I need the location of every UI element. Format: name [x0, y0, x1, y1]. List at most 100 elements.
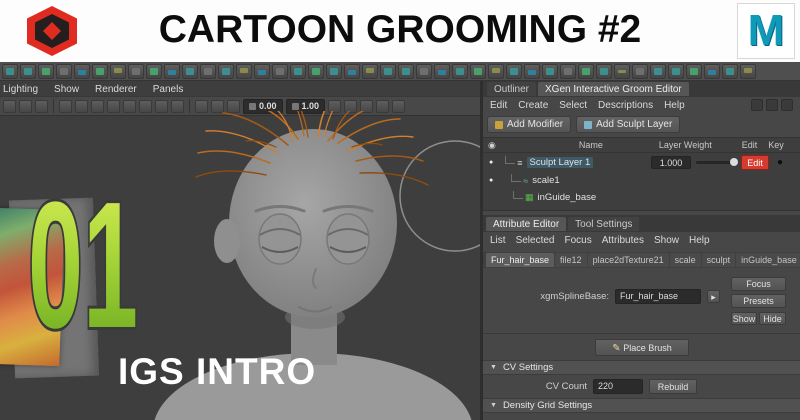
ae-menu-selected[interactable]: Selected: [516, 235, 555, 246]
ae-menu-attributes[interactable]: Attributes: [602, 235, 644, 246]
shelf-tool-icon[interactable]: [650, 64, 666, 79]
shelf-tool-icon[interactable]: [506, 64, 522, 79]
shelf-tool-icon[interactable]: [398, 64, 414, 79]
layer-name[interactable]: scale1: [532, 175, 559, 186]
shelf-tool-icon[interactable]: [200, 64, 216, 79]
viewport-tool-icon[interactable]: [35, 100, 48, 113]
shelf-tool-icon[interactable]: [596, 64, 612, 79]
node-tab-sculpt[interactable]: sculpt: [702, 253, 736, 267]
menu-panels[interactable]: Panels: [153, 84, 184, 95]
visibility-dot-icon[interactable]: ●: [489, 159, 493, 166]
viewport[interactable]: Lighting Show Renderer Panels 0.00 1.00: [0, 81, 480, 420]
cv-settings-header[interactable]: ▼ CV Settings: [483, 360, 800, 375]
spline-base-field[interactable]: Fur_hair_base: [615, 289, 701, 304]
node-tab-inguide-base[interactable]: inGuide_base: [736, 253, 800, 267]
shelf-tool-icon[interactable]: [470, 64, 486, 79]
ae-menu-help[interactable]: Help: [689, 235, 710, 246]
shelf-tool-icon[interactable]: [416, 64, 432, 79]
layer-name[interactable]: Sculpt Layer 1: [527, 157, 594, 168]
groom-menu-help[interactable]: Help: [664, 100, 685, 111]
shelf-tool-icon[interactable]: [362, 64, 378, 79]
shelf-tool-icon[interactable]: [254, 64, 270, 79]
node-tab-place2dtexture21[interactable]: place2dTexture21: [588, 253, 669, 267]
table-row-sculpt-layer[interactable]: ● ≡ Sculpt Layer 1 1.000 Edit ●: [483, 153, 800, 172]
node-tab-scale[interactable]: scale: [670, 253, 701, 267]
shelf-tool-icon[interactable]: [56, 64, 72, 79]
shelf-tool-icon[interactable]: [614, 64, 630, 79]
shelf-tool-icon[interactable]: [74, 64, 90, 79]
table-row-scale[interactable]: ● ≈ scale1: [483, 172, 800, 189]
shelf-tool-icon[interactable]: [488, 64, 504, 79]
viewport-tool-icon[interactable]: [19, 100, 32, 113]
menu-renderer[interactable]: Renderer: [95, 84, 137, 95]
table-row-inguide[interactable]: ▦ inGuide_base: [483, 189, 800, 206]
shelf-tool-icon[interactable]: [20, 64, 36, 79]
presets-button[interactable]: Presets: [731, 294, 786, 308]
close-panel-icon[interactable]: [781, 99, 793, 111]
tab-xgen-groom-editor[interactable]: XGen Interactive Groom Editor: [538, 82, 689, 96]
shelf-tool-icon[interactable]: [740, 64, 756, 79]
shelf-tool-icon[interactable]: [92, 64, 108, 79]
add-modifier-button[interactable]: Add Modifier: [487, 116, 571, 133]
groom-menu-descriptions[interactable]: Descriptions: [598, 100, 653, 111]
viewport-tool-icon[interactable]: [107, 100, 120, 113]
visibility-eye-icon[interactable]: ◉: [488, 140, 496, 151]
tab-attribute-editor[interactable]: Attribute Editor: [486, 217, 566, 231]
viewport-tool-icon[interactable]: [75, 100, 88, 113]
spline-base-menu-button[interactable]: ▸: [707, 290, 720, 303]
shelf-tool-icon[interactable]: [722, 64, 738, 79]
shelf-tool-icon[interactable]: [236, 64, 252, 79]
shelf-tool-icon[interactable]: [128, 64, 144, 79]
shelf-tool-icon[interactable]: [632, 64, 648, 79]
show-button[interactable]: Show: [731, 312, 757, 325]
viewport-tool-icon[interactable]: [3, 100, 16, 113]
ae-menu-list[interactable]: List: [490, 235, 506, 246]
shelf-tool-icon[interactable]: [434, 64, 450, 79]
pin-panel-icon[interactable]: [751, 99, 763, 111]
groom-menu-edit[interactable]: Edit: [490, 100, 507, 111]
viewport-tool-icon[interactable]: [91, 100, 104, 113]
menu-lighting[interactable]: Lighting: [3, 84, 38, 95]
node-tab-file12[interactable]: file12: [555, 253, 587, 267]
shelf-tool-icon[interactable]: [272, 64, 288, 79]
focus-button[interactable]: Focus: [731, 277, 786, 291]
dock-panel-icon[interactable]: [766, 99, 778, 111]
tab-tool-settings[interactable]: Tool Settings: [568, 217, 639, 231]
shelf-tool-icon[interactable]: [218, 64, 234, 79]
menu-show[interactable]: Show: [54, 84, 79, 95]
density-grid-settings-header[interactable]: ▼ Density Grid Settings: [483, 398, 800, 413]
shelf-tool-icon[interactable]: [110, 64, 126, 79]
shelf-tool-icon[interactable]: [38, 64, 54, 79]
keyframe-dot-icon[interactable]: ●: [777, 157, 783, 168]
groom-menu-create[interactable]: Create: [518, 100, 548, 111]
visibility-dot-icon[interactable]: ●: [489, 177, 493, 184]
shelf-tool-icon[interactable]: [686, 64, 702, 79]
shelf-tool-icon[interactable]: [668, 64, 684, 79]
place-brush-button[interactable]: ✎ Place Brush: [595, 339, 689, 356]
layer-weight-slider[interactable]: [696, 161, 736, 164]
shelf-tool-icon[interactable]: [290, 64, 306, 79]
shelf-tool-icon[interactable]: [578, 64, 594, 79]
hide-button[interactable]: Hide: [759, 312, 786, 325]
shelf-tool-icon[interactable]: [560, 64, 576, 79]
shelf-tool-icon[interactable]: [2, 64, 18, 79]
layer-edit-button[interactable]: Edit: [741, 155, 769, 170]
shelf-tool-icon[interactable]: [182, 64, 198, 79]
tab-outliner[interactable]: Outliner: [487, 82, 536, 96]
shelf-tool-icon[interactable]: [308, 64, 324, 79]
slider-knob[interactable]: [730, 158, 738, 166]
ae-menu-show[interactable]: Show: [654, 235, 679, 246]
viewport-tool-icon[interactable]: [59, 100, 72, 113]
groom-menu-select[interactable]: Select: [559, 100, 587, 111]
shelf-tool-icon[interactable]: [542, 64, 558, 79]
rebuild-button[interactable]: Rebuild: [649, 379, 697, 394]
node-tab-fur-hair-base[interactable]: Fur_hair_base: [486, 253, 554, 267]
shelf-tool-icon[interactable]: [164, 64, 180, 79]
shelf-tool-icon[interactable]: [344, 64, 360, 79]
layer-weight-field[interactable]: 1.000: [651, 156, 691, 169]
add-sculpt-layer-button[interactable]: Add Sculpt Layer: [576, 116, 680, 133]
cv-count-field[interactable]: 220: [593, 379, 643, 394]
shelf-tool-icon[interactable]: [452, 64, 468, 79]
shelf-tool-icon[interactable]: [146, 64, 162, 79]
ae-menu-focus[interactable]: Focus: [564, 235, 591, 246]
